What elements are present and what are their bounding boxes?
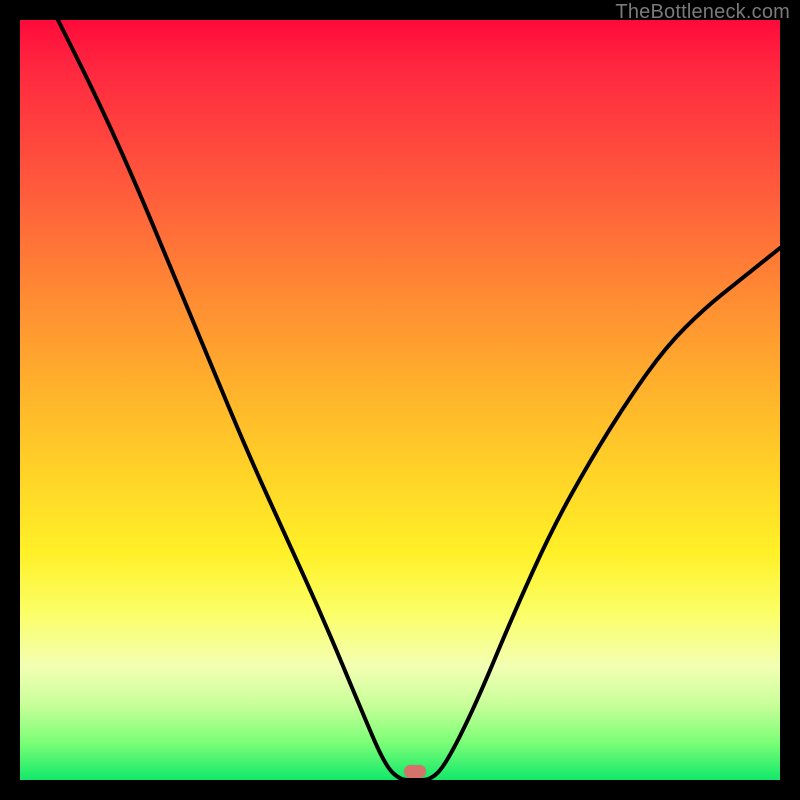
- attribution-text: TheBottleneck.com: [615, 1, 790, 24]
- bottleneck-curve-path: [58, 20, 780, 780]
- plot-area: [20, 20, 780, 780]
- chart-frame: TheBottleneck.com: [0, 0, 800, 800]
- curve-layer: [20, 20, 780, 780]
- optimal-marker: [404, 765, 426, 778]
